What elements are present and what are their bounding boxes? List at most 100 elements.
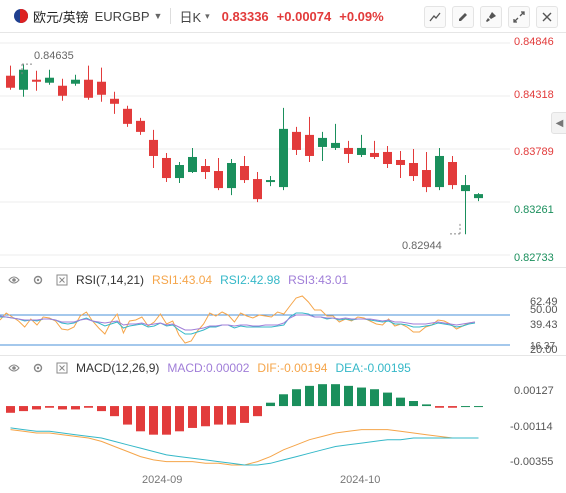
macd-histogram-bar: [71, 406, 80, 410]
eye-icon[interactable]: [8, 274, 20, 286]
line-draw-icon[interactable]: [424, 6, 446, 28]
candle-body: [175, 165, 184, 179]
candlestick-chart[interactable]: [0, 33, 510, 263]
symbol-code[interactable]: EURGBP: [95, 9, 150, 24]
macd-tick: -0.00355: [510, 456, 554, 468]
y-tick-label: 0.84318: [514, 89, 554, 101]
chevron-down-icon[interactable]: ▼: [154, 11, 163, 21]
period-selector[interactable]: 日K: [179, 7, 201, 26]
candle-body: [266, 180, 275, 183]
rsi-title: RSI(7,14,21): [76, 273, 145, 287]
dea-value: DEA:-0.00195: [335, 361, 411, 375]
macd-histogram-bar: [461, 406, 470, 408]
macd-histogram-bar: [279, 394, 288, 407]
eye-icon[interactable]: [8, 362, 20, 374]
candle-body: [422, 170, 431, 188]
macd-series-line: [10, 427, 479, 466]
candle-body: [45, 77, 54, 83]
macd-histogram-bar: [318, 384, 327, 407]
rsi-chart[interactable]: [0, 291, 510, 351]
macd-histogram-bar: [331, 384, 340, 407]
candle-body: [214, 171, 223, 189]
y-tick-label: 0.83261: [514, 204, 554, 216]
y-tick-label: 0.82733: [514, 252, 554, 264]
pencil-icon[interactable]: [452, 6, 474, 28]
rsi-tick: 50.00: [530, 304, 558, 316]
macd-histogram-bar: [6, 406, 15, 413]
close-box-icon[interactable]: [56, 362, 68, 374]
rsi2-value: RSI2:42.98: [220, 273, 281, 287]
divider: [0, 355, 566, 356]
macd-histogram-bar: [214, 406, 223, 425]
macd-tick: -0.00114: [510, 421, 553, 433]
macd-histogram-bar: [448, 406, 457, 408]
macd-histogram-bar: [110, 406, 119, 417]
dif-value: DIF:-0.00194: [257, 361, 328, 375]
rsi-series-line: [0, 312, 476, 335]
macd-histogram-bar: [227, 406, 236, 425]
settings-icon[interactable]: [32, 274, 44, 286]
y-tick-label: 0.84846: [514, 36, 554, 48]
macd-histogram-bar: [305, 385, 314, 407]
rsi-tick: 39.43: [530, 319, 558, 331]
candle-body: [71, 79, 80, 84]
macd-histogram-bar: [149, 406, 158, 435]
chart-toolbar: 欧元/英镑 EURGBP ▼ 日K ▾ 0.83336 +0.00074 +0.…: [0, 0, 566, 33]
macd-histogram-bar: [292, 389, 301, 407]
rsi-header: RSI(7,14,21) RSI1:43.04 RSI2:42.98 RSI3:…: [0, 271, 500, 289]
symbol-name[interactable]: 欧元/英镑: [33, 7, 89, 26]
macd-histogram-bar: [201, 406, 210, 427]
candle-body: [110, 98, 119, 104]
y-tick-label: 0.83789: [514, 146, 554, 158]
candle-body: [331, 142, 340, 148]
brush-icon[interactable]: [480, 6, 502, 28]
settings-icon[interactable]: [32, 362, 44, 374]
price-change: +0.00074: [276, 8, 332, 24]
macd-histogram-bar: [175, 406, 184, 432]
macd-histogram-bar: [253, 406, 262, 417]
close-icon[interactable]: [536, 6, 558, 28]
macd-histogram-bar: [240, 406, 249, 423]
chevron-left-icon[interactable]: ◀: [551, 112, 566, 134]
macd-histogram-bar: [344, 385, 353, 407]
macd-tick: 0.00127: [514, 385, 554, 397]
candle-body: [357, 147, 366, 155]
candle-body: [136, 120, 145, 132]
divider: [0, 267, 566, 268]
max-price-label: 0.84635: [34, 50, 74, 62]
chevron-down-icon[interactable]: ▾: [205, 11, 210, 22]
candle-body: [240, 166, 249, 181]
x-axis-label: 2024-09: [142, 474, 183, 486]
divider: [170, 8, 172, 24]
macd-chart[interactable]: [0, 379, 510, 471]
macd-title: MACD(12,26,9): [76, 361, 160, 375]
candle-body: [123, 108, 132, 124]
candle-body: [227, 162, 236, 189]
close-box-icon[interactable]: [56, 274, 68, 286]
macd-histogram-bar: [97, 406, 106, 412]
currency-flag-icon: [14, 9, 28, 23]
macd-header: MACD(12,26,9) MACD:0.00002 DIF:-0.00194 …: [0, 359, 500, 377]
candle-body: [84, 79, 93, 98]
candle-body: [201, 166, 210, 173]
candle-body: [149, 139, 158, 156]
macd-histogram-bar: [136, 406, 145, 432]
candle-body: [383, 151, 392, 164]
macd-value: MACD:0.00002: [167, 361, 250, 375]
candle-body: [6, 75, 15, 88]
macd-histogram-bar: [19, 406, 28, 412]
candle-body: [370, 152, 379, 157]
macd-histogram-bar: [370, 389, 379, 407]
candle-body: [292, 131, 301, 150]
macd-histogram-bar: [435, 406, 444, 408]
candle-body: [435, 155, 444, 188]
candle-body: [188, 156, 197, 173]
macd-histogram-bar: [396, 397, 405, 407]
macd-histogram-bar: [474, 406, 483, 408]
macd-histogram-bar: [84, 406, 93, 408]
expand-icon[interactable]: [508, 6, 530, 28]
last-price: 0.83336: [221, 8, 269, 24]
candle-body: [409, 162, 418, 177]
candle-body: [305, 134, 314, 156]
macd-histogram-bar: [123, 406, 132, 425]
